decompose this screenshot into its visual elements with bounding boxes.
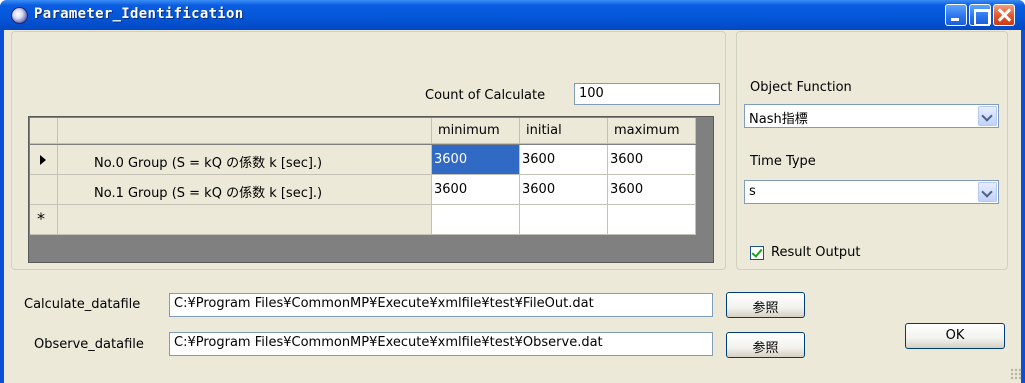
row-label-header <box>58 118 432 144</box>
grid-cell-initial[interactable]: 3600 <box>520 175 608 205</box>
object-function-label: Object Function <box>750 80 852 95</box>
grid-cell-minimum[interactable]: 3600 <box>432 175 520 205</box>
time-type-value: s <box>749 184 756 199</box>
object-function-value: Nash指標 <box>749 112 808 127</box>
grid-corner-header[interactable] <box>30 118 58 144</box>
row-label: No.0 Group (S = kQ の係数 k [sec].) <box>58 145 432 175</box>
close-button[interactable] <box>993 4 1015 26</box>
new-row-cell-maximum[interactable] <box>608 205 696 235</box>
calculate-datafile-input[interactable]: C:¥Program Files¥CommonMP¥Execute¥xmlfil… <box>169 293 713 317</box>
options-group <box>736 31 1008 270</box>
row-header-current[interactable] <box>30 145 58 175</box>
count-of-calculate-label: Count of Calculate <box>425 88 546 103</box>
new-row-cell-minimum[interactable] <box>432 205 520 235</box>
column-header-minimum[interactable]: minimum <box>432 118 520 144</box>
grid-cell-maximum[interactable]: 3600 <box>608 145 696 175</box>
column-header-maximum[interactable]: maximum <box>608 118 696 144</box>
resize-grip[interactable] <box>1010 368 1022 380</box>
new-row-star-icon: * <box>37 209 45 228</box>
observe-browse-button[interactable]: 参照 <box>726 332 805 358</box>
grid-cell-initial[interactable]: 3600 <box>520 145 608 175</box>
time-type-select[interactable]: s <box>744 180 999 204</box>
grid-cell-minimum[interactable]: 3600 <box>432 145 520 175</box>
new-row-cell-initial[interactable] <box>520 205 608 235</box>
chevron-down-icon[interactable] <box>978 106 997 126</box>
observe-datafile-input[interactable]: C:¥Program Files¥CommonMP¥Execute¥xmlfil… <box>169 332 713 356</box>
calculate-datafile-label: Calculate_datafile <box>24 297 141 312</box>
result-output-label[interactable]: Result Output <box>771 245 860 260</box>
count-of-calculate-input[interactable]: 100 <box>574 83 720 105</box>
grid-cell-maximum[interactable]: 3600 <box>608 175 696 205</box>
column-header-initial[interactable]: initial <box>520 118 608 144</box>
maximize-button[interactable] <box>969 4 991 26</box>
time-type-label: Time Type <box>750 154 816 169</box>
object-function-select[interactable]: Nash指標 <box>744 104 999 128</box>
new-row-header[interactable]: * <box>30 205 58 235</box>
current-row-arrow-icon <box>40 155 46 165</box>
chevron-down-icon[interactable] <box>978 182 997 202</box>
row-header[interactable] <box>30 175 58 205</box>
observe-datafile-label: Observe_datafile <box>34 337 144 352</box>
result-output-checkbox[interactable] <box>750 246 764 260</box>
ok-button[interactable]: OK <box>905 323 1005 349</box>
parameter-grid: minimum initial maximum No.0 Group (S = … <box>28 116 714 263</box>
new-row-label <box>58 205 432 235</box>
calculate-browse-button[interactable]: 参照 <box>726 292 805 318</box>
row-label: No.1 Group (S = kQ の係数 k [sec].) <box>58 175 432 205</box>
window-title: Parameter_Identification <box>34 6 244 22</box>
app-icon <box>11 7 28 24</box>
title-bar[interactable]: Parameter_Identification <box>0 0 1025 30</box>
minimize-button[interactable] <box>945 4 967 26</box>
